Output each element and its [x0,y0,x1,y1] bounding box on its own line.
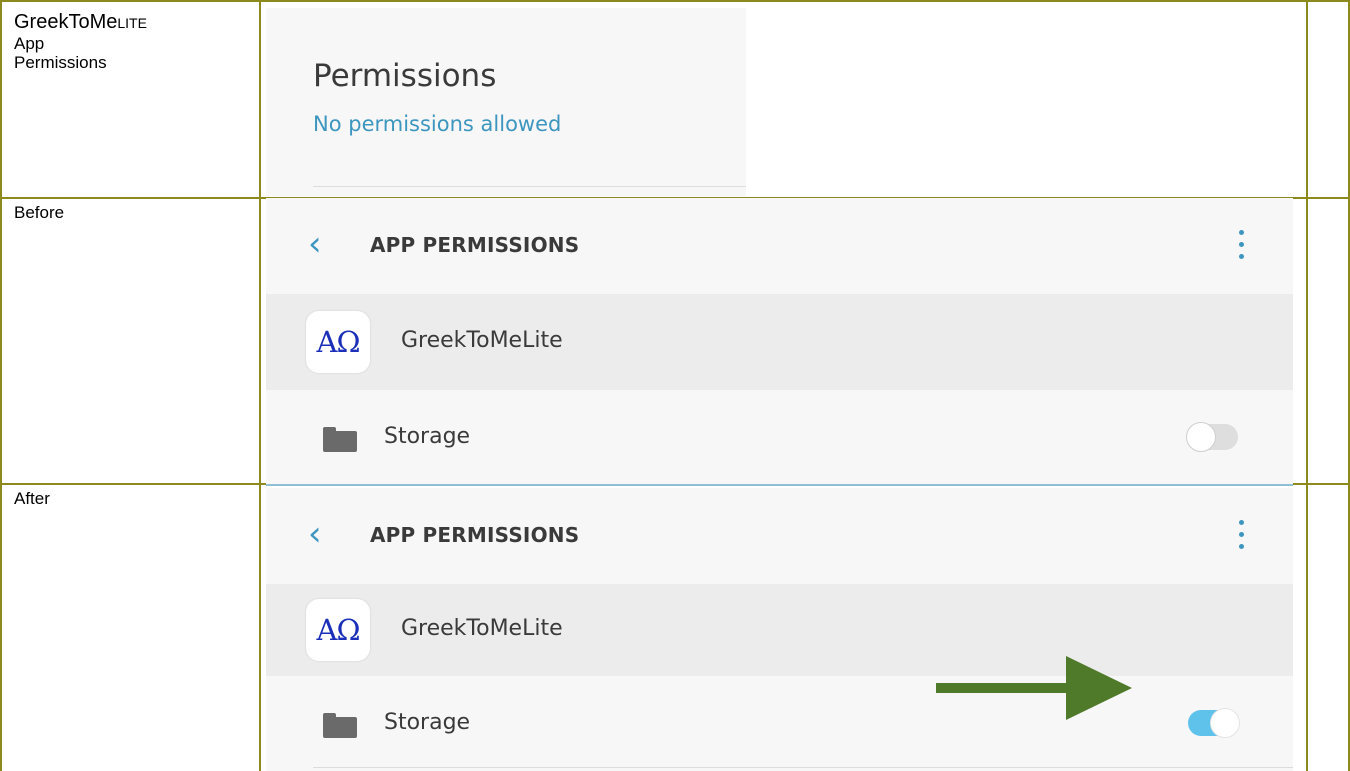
app-bar: ‹ APP PERMISSIONS [266,198,1293,294]
app-name: GreekToMeLite [401,328,563,353]
before-screenshot: ‹ APP PERMISSIONS AΩ GreekToMeLite Stora… [266,198,1293,486]
folder-icon [323,427,357,452]
document-title: GreekToMeLite App Permissions [14,11,147,72]
arrow-right-icon [936,656,1132,720]
storage-label: Storage [384,710,471,735]
permissions-summary-screenshot: Permissions No permissions allowed [266,8,746,196]
app-icon: AΩ [306,599,370,661]
table-border-top [0,0,1350,2]
app-name: GreekToMeLite [401,616,563,641]
app-icon: AΩ [306,311,370,373]
before-label: Before [14,203,65,222]
title-line-2: App [14,34,45,53]
divider [266,484,1293,486]
chevron-left-icon[interactable]: ‹ [308,514,322,554]
app-header-row: AΩ GreekToMeLite [266,294,1293,390]
chevron-left-icon[interactable]: ‹ [308,224,322,264]
permissions-heading: Permissions [313,58,497,94]
permissions-status[interactable]: No permissions allowed [313,112,561,136]
folder-icon [323,713,357,738]
more-vert-icon[interactable] [1239,520,1245,550]
table-border-left [0,0,2,771]
table-border-col1 [259,0,261,771]
table-border-col2 [1306,0,1308,771]
more-vert-icon[interactable] [1239,230,1245,260]
title-smallcaps: Lite [117,15,147,31]
app-bar-title: APP PERMISSIONS [370,523,580,547]
divider [313,186,746,187]
app-bar: ‹ APP PERMISSIONS [266,488,1293,584]
storage-toggle[interactable] [1188,708,1240,738]
storage-toggle[interactable] [1186,422,1238,452]
storage-label: Storage [384,424,471,449]
storage-permission-row[interactable]: Storage [266,390,1293,486]
title-line-3: Permissions [14,53,107,72]
after-screenshot: ‹ APP PERMISSIONS AΩ GreekToMeLite Stora… [266,488,1293,771]
title-main: GreekToMe [14,11,118,33]
divider [313,767,1293,768]
storage-permission-row[interactable]: Storage [266,676,1293,771]
app-header-row: AΩ GreekToMeLite [266,584,1293,676]
app-bar-title: APP PERMISSIONS [370,233,580,257]
after-label: After [14,489,50,508]
